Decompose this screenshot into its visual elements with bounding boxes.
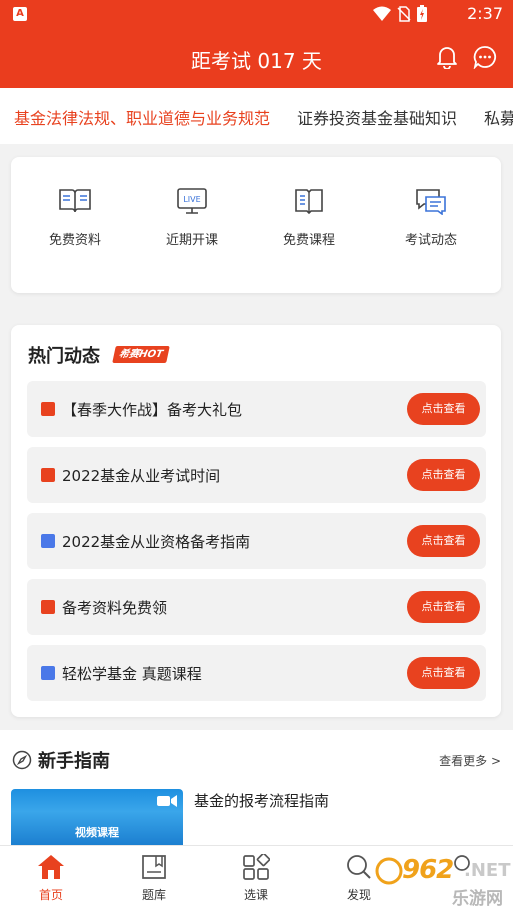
hot-news-item-text: 【春季大作战】备考大礼包 xyxy=(62,401,243,419)
watermark-circle-icon xyxy=(375,857,403,885)
hot-news-item-text: 备考资料免费领 xyxy=(62,599,168,617)
message-icon[interactable] xyxy=(473,45,497,69)
quick-link-label: 考试动态 xyxy=(404,233,457,248)
view-details-button[interactable]: 点击查看 xyxy=(407,591,480,623)
hot-news-item[interactable]: 轻松学基金 真题课程 点击查看 xyxy=(27,645,486,701)
quick-link-upcoming-classes[interactable]: LIVE 近期开课 xyxy=(132,187,252,248)
hot-news-item[interactable]: 2022基金从业考试时间 点击查看 xyxy=(27,447,486,503)
nav-home[interactable]: 首页 xyxy=(21,854,81,903)
hot-news-item-text: 2022基金从业考试时间 xyxy=(62,467,221,485)
news-chat-icon xyxy=(416,189,446,215)
guide-item-title[interactable]: 基金的报考流程指南 xyxy=(194,790,329,811)
course-book-icon xyxy=(295,189,323,215)
bookmark-icon xyxy=(41,402,55,416)
hot-news-card: 热门动态 希赛HOT 【春季大作战】备考大礼包 点击查看 2022基金从业考试时… xyxy=(11,325,501,717)
tab-fund-basics[interactable]: 证券投资基金基础知识 xyxy=(297,105,457,129)
home-icon xyxy=(38,855,64,879)
notification-app-icon: A xyxy=(13,7,27,21)
app-header: 距考试 017 天 xyxy=(0,28,513,88)
question-bank-icon xyxy=(142,855,166,879)
open-book-icon xyxy=(59,189,91,213)
play-icon xyxy=(41,534,55,548)
video-course-thumbnail[interactable]: 视频课程 xyxy=(11,789,183,845)
live-monitor-icon: LIVE xyxy=(177,188,207,214)
bell-icon[interactable] xyxy=(436,45,458,69)
discover-icon xyxy=(347,855,371,879)
hot-news-item-text: 2022基金从业资格备考指南 xyxy=(62,533,251,551)
bookmark-icon xyxy=(41,468,55,482)
play-icon xyxy=(41,666,55,680)
view-details-button[interactable]: 点击查看 xyxy=(407,459,480,491)
tab-law-ethics[interactable]: 基金法律法规、职业道德与业务规范 xyxy=(14,105,270,129)
select-course-icon xyxy=(243,854,270,880)
bookmark-icon xyxy=(41,600,55,614)
quick-link-label: 免费资料 xyxy=(48,233,101,248)
subject-tabs: 基金法律法规、职业道德与业务规范 证券投资基金基础知识 私募 xyxy=(0,88,513,144)
view-details-button[interactable]: 点击查看 xyxy=(407,657,480,689)
nav-select-course[interactable]: 选课 xyxy=(226,854,286,903)
nav-label: 题库 xyxy=(141,888,166,902)
quick-link-label: 免费课程 xyxy=(282,233,335,248)
no-sim-icon xyxy=(397,5,411,22)
hot-news-item[interactable]: 备考资料免费领 点击查看 xyxy=(27,579,486,635)
video-camera-icon xyxy=(157,795,177,807)
see-more-link[interactable]: 查看更多 > xyxy=(439,752,501,769)
hot-news-title: 热门动态 xyxy=(28,346,100,367)
video-course-label: 视频课程 xyxy=(75,826,119,839)
watermark-number: 962 xyxy=(402,855,454,885)
compass-icon xyxy=(12,750,32,770)
svg-text:LIVE: LIVE xyxy=(183,195,200,204)
quick-link-free-courses[interactable]: 免费课程 xyxy=(249,187,369,248)
quick-links-card: 免费资料 LIVE 近期开课 免费课程 考试动态 xyxy=(11,157,501,293)
battery-charging-icon xyxy=(417,5,427,22)
nav-label: 首页 xyxy=(38,888,63,902)
watermark-site-name: 乐游网 xyxy=(452,889,503,909)
hot-badge: 希赛HOT xyxy=(112,346,170,363)
status-bar: A 2:37 xyxy=(0,0,513,28)
site-watermark-logo: 962 .NET 乐游网 xyxy=(372,852,512,912)
view-details-button[interactable]: 点击查看 xyxy=(407,393,480,425)
quick-link-free-materials[interactable]: 免费资料 xyxy=(15,187,135,248)
hot-news-item-text: 轻松学基金 真题课程 xyxy=(62,665,202,683)
nav-question-bank[interactable]: 题库 xyxy=(124,854,184,903)
hot-news-item[interactable]: 2022基金从业资格备考指南 点击查看 xyxy=(27,513,486,569)
beginner-guide-title: 新手指南 xyxy=(38,751,110,772)
watermark-net: .NET xyxy=(464,860,511,881)
hot-news-item[interactable]: 【春季大作战】备考大礼包 点击查看 xyxy=(27,381,486,437)
status-icons xyxy=(373,5,427,22)
view-details-button[interactable]: 点击查看 xyxy=(407,525,480,557)
quick-link-exam-news[interactable]: 考试动态 xyxy=(371,187,491,248)
status-time: 2:37 xyxy=(467,4,503,23)
wifi-icon xyxy=(373,6,391,21)
nav-label: 选课 xyxy=(243,888,268,902)
tab-private-fund[interactable]: 私募 xyxy=(484,105,513,129)
quick-link-label: 近期开课 xyxy=(165,233,218,248)
